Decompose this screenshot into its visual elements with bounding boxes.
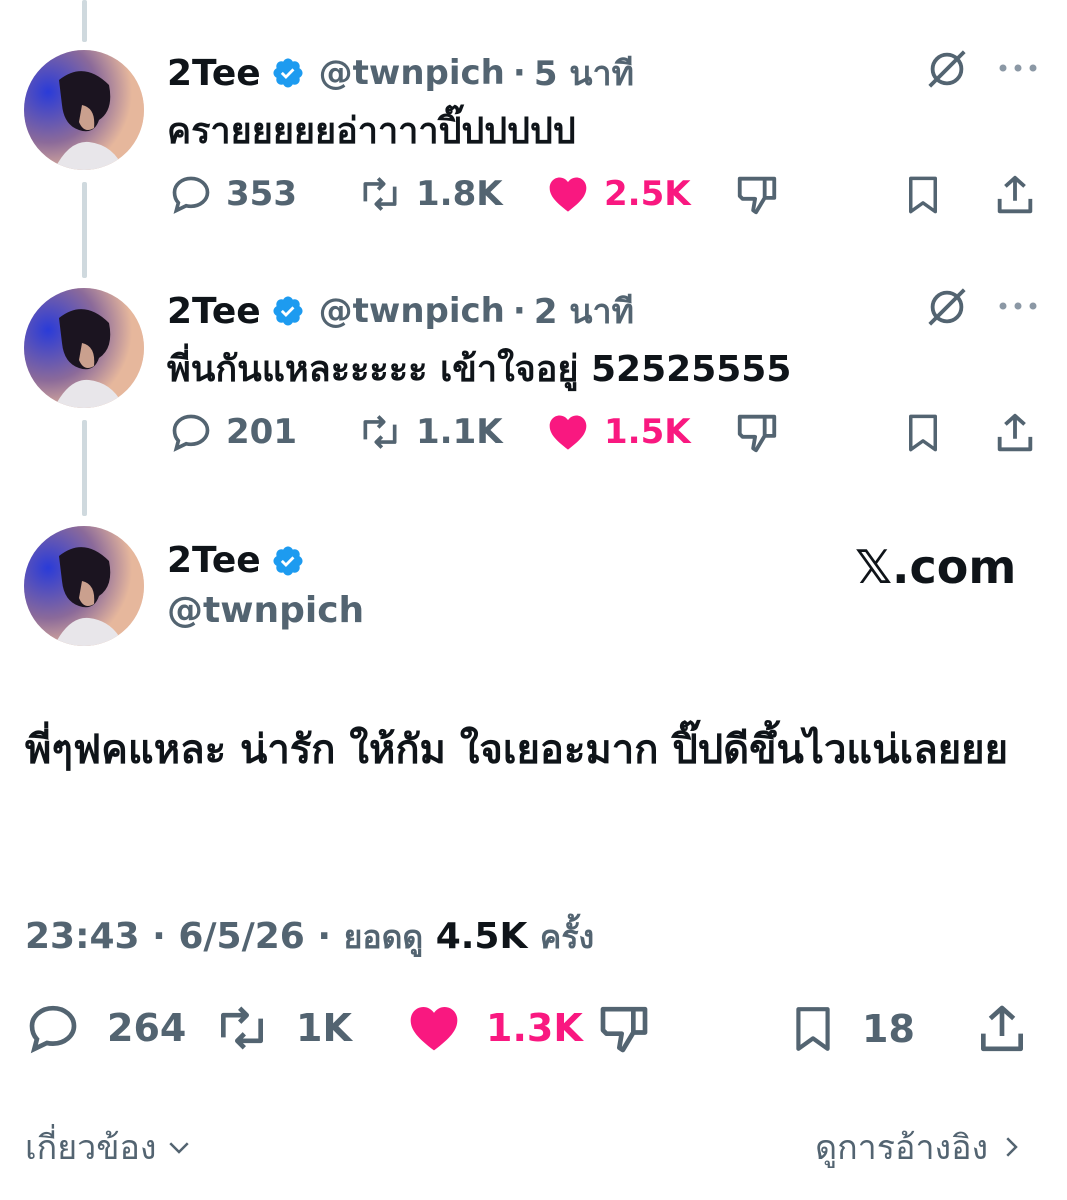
retweet-icon bbox=[221, 1006, 263, 1050]
like-count: 2.5K bbox=[604, 174, 691, 214]
grok-icon[interactable] bbox=[924, 46, 970, 92]
x-brand-watermark: 𝕏.com bbox=[855, 540, 1017, 594]
tweet-date[interactable]: 6/5/26 bbox=[178, 916, 305, 957]
chevron-right-icon bbox=[1006, 1137, 1018, 1157]
thumbs-down-icon bbox=[737, 414, 777, 453]
heart-icon bbox=[549, 415, 587, 450]
share-icon bbox=[981, 1005, 1023, 1052]
more-options-icon[interactable] bbox=[997, 294, 1039, 318]
separator-dot: · bbox=[512, 53, 526, 93]
retweet-button[interactable]: 1.1K bbox=[356, 410, 503, 454]
tweet-text: พี่นกันแหละะะะะ เข้าใจอยู่ 52525555 bbox=[167, 349, 792, 390]
retweet-button[interactable]: 1K bbox=[212, 1000, 352, 1056]
share-button[interactable] bbox=[992, 172, 1038, 218]
display-name[interactable]: 2Tee bbox=[167, 291, 261, 332]
verified-badge-icon bbox=[271, 294, 305, 328]
bookmark-icon bbox=[796, 1007, 830, 1051]
reply-button[interactable]: 264 bbox=[25, 1000, 186, 1056]
views-label: ยอดดู bbox=[343, 918, 424, 956]
tweet-time[interactable]: 23:43 bbox=[25, 916, 140, 957]
reply-count: 201 bbox=[226, 412, 297, 452]
separator-dot: · bbox=[317, 916, 344, 957]
share-icon bbox=[997, 413, 1033, 452]
reply-count: 264 bbox=[107, 1006, 187, 1050]
dislike-button[interactable] bbox=[596, 1000, 652, 1058]
display-name[interactable]: 2Tee bbox=[167, 53, 261, 94]
tweet-metadata: 23:43 · 6/5/26 · ยอดดู 4.5K ครั้ง bbox=[25, 912, 594, 963]
views-count: 4.5K bbox=[435, 916, 528, 957]
like-count: 1.3K bbox=[486, 1006, 583, 1050]
share-icon bbox=[997, 175, 1033, 214]
tweet-header: 2Tee @twnpich · 2 นาที bbox=[167, 284, 634, 338]
verified-badge-icon bbox=[271, 56, 305, 90]
retweet-icon bbox=[363, 177, 397, 211]
grok-icon[interactable] bbox=[924, 284, 970, 330]
like-count: 1.5K bbox=[604, 412, 691, 452]
thread-line-1 bbox=[82, 182, 87, 278]
view-quotes-link[interactable]: ดูการอ้างอิง bbox=[815, 1120, 1026, 1174]
bookmark-count: 18 bbox=[862, 1007, 915, 1051]
avatar[interactable] bbox=[24, 50, 144, 170]
like-button[interactable]: 1.5K bbox=[544, 410, 691, 454]
bookmark-button[interactable]: 18 bbox=[788, 1000, 915, 1058]
separator-dot: · bbox=[512, 291, 526, 331]
handle[interactable]: @twnpich bbox=[319, 291, 505, 331]
share-button[interactable] bbox=[992, 410, 1038, 456]
reply-count: 353 bbox=[226, 174, 297, 214]
bookmark-button[interactable] bbox=[902, 410, 944, 456]
related-link[interactable]: เกี่ยวข้อง bbox=[25, 1120, 194, 1174]
reply-icon bbox=[172, 414, 210, 452]
retweet-button[interactable]: 1.8K bbox=[356, 172, 503, 216]
dislike-button[interactable] bbox=[734, 410, 780, 456]
thread-line-2 bbox=[82, 420, 87, 516]
like-button[interactable]: 2.5K bbox=[544, 172, 691, 216]
timestamp[interactable]: 2 นาที bbox=[534, 284, 634, 338]
heart-icon bbox=[549, 177, 587, 212]
bookmark-button[interactable] bbox=[902, 172, 944, 218]
thumbs-down-icon bbox=[600, 1006, 648, 1053]
dislike-button[interactable] bbox=[734, 172, 780, 218]
bookmark-icon bbox=[909, 414, 937, 452]
reply-icon bbox=[29, 1005, 77, 1054]
reply-icon bbox=[172, 176, 210, 214]
main-tweet-header: 2Tee bbox=[167, 540, 305, 581]
tweet-header: 2Tee @twnpich · 5 นาที bbox=[167, 46, 634, 100]
more-options-icon[interactable] bbox=[997, 56, 1039, 80]
avatar[interactable] bbox=[24, 526, 144, 646]
main-tweet-text: พี่ๆฟคแหละ น่ารัก ให้กัม ใจเยอะมาก ปิ๊ปด… bbox=[25, 727, 1009, 773]
share-button[interactable] bbox=[974, 1000, 1030, 1058]
heart-icon bbox=[410, 1007, 458, 1051]
timestamp[interactable]: 5 นาที bbox=[534, 46, 634, 100]
tweet-text: ครายยยยยอ่าาาาปิ๊ปปปปป bbox=[167, 111, 576, 152]
like-button[interactable]: 1.3K bbox=[404, 1000, 583, 1056]
reply-button[interactable]: 353 bbox=[168, 172, 297, 216]
bookmark-icon bbox=[909, 176, 937, 214]
display-name[interactable]: 2Tee bbox=[167, 540, 261, 581]
separator-dot: · bbox=[152, 916, 179, 957]
related-label: เกี่ยวข้อง bbox=[25, 1128, 157, 1168]
thumbs-down-icon bbox=[737, 176, 777, 215]
chevron-down-icon bbox=[169, 1142, 190, 1154]
verified-badge-icon bbox=[271, 544, 305, 578]
retweet-icon bbox=[363, 415, 397, 449]
retweet-count: 1K bbox=[296, 1006, 352, 1050]
thread-line-top bbox=[82, 0, 87, 42]
retweet-count: 1.8K bbox=[416, 174, 503, 214]
avatar[interactable] bbox=[24, 288, 144, 408]
handle[interactable]: @twnpich bbox=[167, 590, 364, 631]
reply-button[interactable]: 201 bbox=[168, 410, 297, 454]
views-suffix: ครั้ง bbox=[539, 918, 595, 956]
retweet-count: 1.1K bbox=[416, 412, 503, 452]
handle[interactable]: @twnpich bbox=[319, 53, 505, 93]
view-quotes-label: ดูการอ้างอิง bbox=[815, 1128, 989, 1168]
